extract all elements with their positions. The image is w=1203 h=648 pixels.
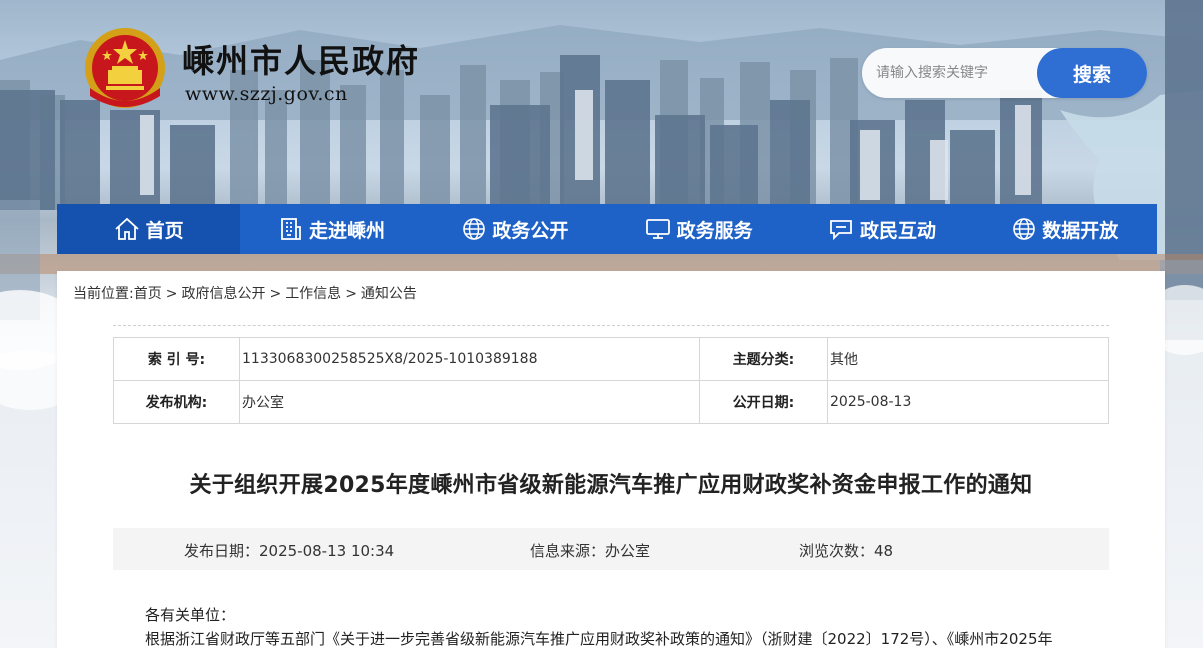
nav-item-label: 走进嵊州 bbox=[308, 219, 385, 242]
building-icon bbox=[281, 218, 301, 240]
breadcrumb-link-work-info[interactable]: 工作信息 bbox=[285, 286, 341, 302]
nav-item-open-gov[interactable]: 政务公开 bbox=[424, 204, 607, 254]
nav-item-label: 数据开放 bbox=[1042, 219, 1119, 242]
nav-item-interaction[interactable]: 政民互动 bbox=[790, 204, 973, 254]
publish-date: 发布日期：2025-08-13 10:34 bbox=[184, 542, 395, 560]
monitor-icon bbox=[645, 219, 670, 239]
dashed-divider bbox=[113, 325, 1109, 326]
index-number-label: 索 引 号: bbox=[113, 337, 240, 381]
content-panel: 当前位置:首页 > 政府信息公开 > 工作信息 > 通知公告 索 引 号: 11330683… bbox=[57, 271, 1165, 648]
nav-item-label: 政务公开 bbox=[492, 219, 569, 242]
publisher-value: 办公室 bbox=[239, 380, 700, 424]
search-input[interactable] bbox=[876, 61, 1026, 85]
topic-value: 其他 bbox=[827, 337, 1109, 381]
nav-item-label: 政务服务 bbox=[676, 219, 753, 242]
chat-icon bbox=[830, 220, 852, 241]
breadcrumb: 当前位置:首页 > 政府信息公开 > 工作信息 > 通知公告 bbox=[73, 283, 417, 303]
article-greeting: 各有关单位： bbox=[145, 606, 236, 624]
breadcrumb-link-gov-info[interactable]: 政府信息公开 bbox=[181, 286, 265, 302]
search-button[interactable]: 搜索 bbox=[1037, 48, 1147, 98]
breadcrumb-separator: > bbox=[165, 286, 178, 302]
search-box: 搜索 bbox=[862, 48, 1147, 98]
national-emblem-icon bbox=[85, 28, 165, 108]
nav-item-label: 首页 bbox=[145, 219, 184, 242]
public-date-value: 2025-08-13 bbox=[827, 380, 1109, 424]
nav-item-home[interactable]: 首页 bbox=[57, 204, 241, 254]
public-date-label: 公开日期: bbox=[699, 380, 828, 424]
article-title: 关于组织开展2025年度嵊州市省级新能源汽车推广应用财政奖补资金申报工作的通知 bbox=[189, 473, 1033, 498]
nav-item-label: 政民互动 bbox=[859, 219, 936, 242]
article-body: 各有关单位： 根据浙江省财政厅等五部门《关于进一步完善省级新能源汽车推广应用财政… bbox=[145, 603, 1125, 648]
breadcrumb-separator: > bbox=[345, 286, 357, 302]
globe-icon bbox=[1013, 218, 1036, 240]
site-title[interactable]: 嵊州市人民政府 bbox=[182, 36, 420, 82]
breadcrumb-link-notices[interactable]: 通知公告 bbox=[361, 286, 417, 302]
index-number-value: 1133068300258525X8/2025-1010389188 bbox=[239, 337, 700, 381]
table-row: 索 引 号: 1133068300258525X8/2025-101038918… bbox=[113, 337, 1109, 381]
site-url[interactable]: www.szzj.gov.cn bbox=[185, 83, 348, 105]
nav-item-open-data[interactable]: 数据开放 bbox=[974, 204, 1157, 254]
nav-item-services[interactable]: 政务服务 bbox=[607, 204, 790, 254]
publisher-label: 发布机构: bbox=[113, 380, 240, 424]
globe-icon bbox=[463, 218, 486, 240]
main-nav: 首页 走进嵊州 政务公开 政务服务 政民互动 数据开放 bbox=[57, 204, 1157, 254]
breadcrumb-link-home[interactable]: 首页 bbox=[134, 286, 162, 302]
breadcrumb-prefix: 当前位置: bbox=[73, 286, 134, 302]
document-meta-table: 索 引 号: 1133068300258525X8/2025-101038918… bbox=[113, 337, 1109, 424]
nav-item-about[interactable]: 走进嵊州 bbox=[240, 204, 423, 254]
view-count: 浏览次数：48 bbox=[799, 542, 894, 560]
info-source: 信息来源：办公室 bbox=[530, 542, 651, 560]
topic-label: 主题分类: bbox=[699, 337, 828, 381]
home-icon bbox=[115, 217, 139, 240]
table-row: 发布机构: 办公室 公开日期: 2025-08-13 bbox=[113, 380, 1109, 424]
breadcrumb-separator: > bbox=[269, 286, 282, 302]
article-paragraph: 根据浙江省财政厅等五部门《关于进一步完善省级新能源汽车推广应用财政奖补政策的通知… bbox=[145, 630, 1053, 648]
article-info-bar: 发布日期：2025-08-13 10:34 信息来源：办公室 浏览次数：48 bbox=[113, 528, 1109, 570]
